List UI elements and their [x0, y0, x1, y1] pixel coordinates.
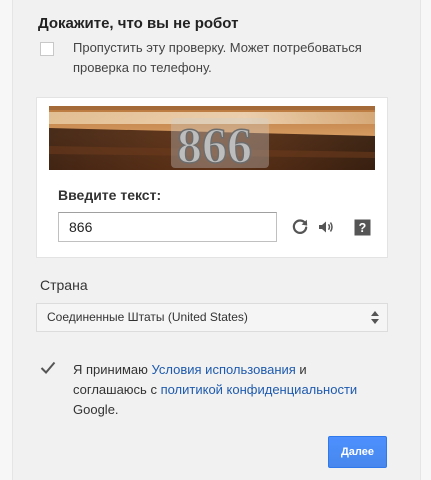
captcha-image-text: 866	[177, 117, 252, 170]
terms-text-1: Я принимаю	[73, 362, 152, 377]
captcha-image: 866	[49, 106, 375, 170]
skip-check-checkbox[interactable]	[40, 42, 54, 56]
terms-label: Я принимаю Условия использования и согла…	[73, 360, 373, 420]
skip-check-label: Пропустить эту проверку. Может потребова…	[73, 40, 362, 75]
captcha-digits: 866	[171, 116, 269, 170]
next-button[interactable]: Далее	[328, 436, 387, 468]
country-selected-value: Соединенные Штаты (United States)	[47, 310, 248, 324]
signup-panel: Докажите, что вы не робот Пропустить эту…	[0, 0, 431, 480]
left-edge	[0, 0, 13, 480]
country-label: Страна	[40, 277, 88, 293]
refresh-icon[interactable]	[289, 216, 311, 238]
country-select[interactable]: Соединенные Штаты (United States)	[36, 303, 388, 332]
privacy-policy-link[interactable]: политикой конфиденциальности	[161, 382, 358, 397]
captcha-input[interactable]	[58, 212, 277, 242]
audio-icon[interactable]	[315, 216, 337, 238]
captcha-box: 866 Введите текст: ?	[36, 97, 388, 258]
terms-checkbox-checkmark-icon[interactable]	[40, 361, 56, 375]
terms-text-3: Google.	[73, 402, 119, 417]
right-edge	[420, 0, 431, 480]
terms-of-service-link[interactable]: Условия использования	[152, 362, 296, 377]
help-icon[interactable]: ?	[351, 216, 373, 238]
captcha-input-label: Введите текст:	[58, 187, 162, 203]
section-title: Докажите, что вы не робот	[38, 15, 239, 32]
help-icon-glyph: ?	[358, 221, 366, 235]
select-arrows-icon	[371, 311, 379, 324]
